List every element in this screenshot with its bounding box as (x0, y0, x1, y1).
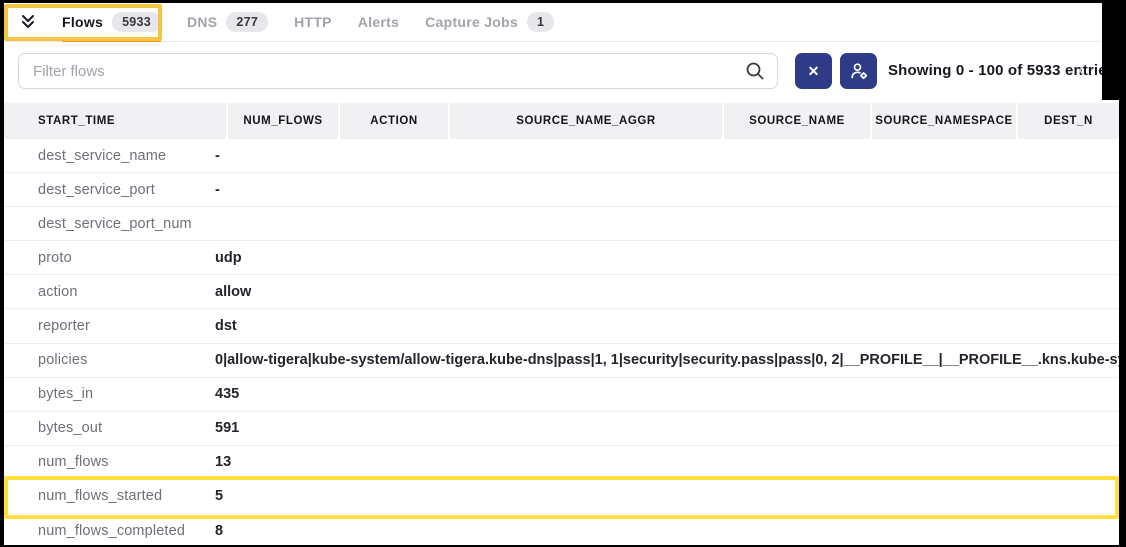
flow-logs-panel: Flows 5933 DNS 277 HTTP Alerts Capture J… (4, 3, 1119, 545)
detail-key: dest_service_port (38, 182, 155, 198)
tab-alerts-label: Alerts (358, 14, 399, 30)
detail-row-action: action allow (4, 275, 1119, 309)
clear-filter-button[interactable]: ✕ (795, 53, 832, 89)
column-header-source-name[interactable]: SOURCE_NAME (724, 103, 870, 139)
column-header-action[interactable]: ACTION (340, 103, 448, 139)
detail-key: bytes_in (38, 386, 93, 402)
detail-row-num-flows-completed: num_flows_completed 8 (4, 514, 1119, 545)
tab-flows-count-badge: 5933 (112, 12, 161, 32)
detail-key: num_flows_completed (38, 523, 185, 539)
tab-flows[interactable]: Flows 5933 (62, 3, 161, 42)
detail-value: 5 (215, 488, 1119, 504)
detail-value: 13 (215, 454, 1119, 470)
detail-key: num_flows (38, 454, 109, 470)
column-header-num-flows[interactable]: NUM_FLOWS (228, 103, 338, 139)
expand-all-icon[interactable] (18, 12, 38, 32)
detail-value: - (215, 182, 1119, 198)
detail-row-dest-service-port: dest_service_port - (4, 173, 1119, 207)
detail-row-bytes-in: bytes_in 435 (4, 378, 1119, 412)
column-header-source-namespace[interactable]: SOURCE_NAMESPACE (872, 103, 1016, 139)
detail-value: - (215, 148, 1119, 164)
detail-key: dest_service_port_num (38, 216, 192, 232)
detail-value: udp (215, 250, 1119, 266)
tab-http[interactable]: HTTP (294, 3, 332, 42)
filter-input[interactable] (19, 63, 745, 80)
detail-key: action (38, 284, 78, 300)
search-icon (745, 61, 765, 81)
table-header-row: START_TIME NUM_FLOWS ACTION SOURCE_NAME_… (4, 103, 1119, 139)
detail-value: 8 (215, 523, 1119, 539)
detail-value: allow (215, 284, 1119, 300)
detail-row-policies: policies 0|allow-tigera|kube-system/allo… (4, 344, 1119, 378)
screenshot-border-patch (1102, 3, 1119, 100)
user-gear-icon (849, 61, 869, 81)
detail-value: dst (215, 318, 1119, 334)
tab-dns-count-badge: 277 (226, 12, 268, 32)
tab-capture-jobs-label: Capture Jobs (425, 14, 518, 30)
detail-value: 435 (215, 386, 1119, 402)
detail-key: dest_service_name (38, 148, 166, 164)
tab-capture-jobs[interactable]: Capture Jobs 1 (425, 3, 554, 42)
expanded-row-details: dest_service_name - dest_service_port - … (4, 139, 1119, 545)
detail-key: bytes_out (38, 420, 102, 436)
tab-capture-jobs-count-badge: 1 (527, 12, 554, 32)
column-header-start-time[interactable]: START_TIME (4, 103, 226, 139)
detail-key: num_flows_started (38, 488, 162, 504)
detail-key: reporter (38, 318, 90, 334)
detail-value: 591 (215, 420, 1119, 436)
filter-field (18, 53, 778, 89)
user-settings-button[interactable] (840, 53, 877, 89)
column-header-source-name-aggr[interactable]: SOURCE_NAME_AGGR (450, 103, 722, 139)
tab-flows-label: Flows (62, 14, 103, 30)
detail-value: 0|allow-tigera|kube-system/allow-tigera.… (215, 352, 1119, 368)
detail-row-proto: proto udp (4, 241, 1119, 275)
tab-bar: Flows 5933 DNS 277 HTTP Alerts Capture J… (4, 3, 1119, 42)
pagination-prev-chevron-icon[interactable]: ‹ (1078, 53, 1085, 89)
detail-row-num-flows-started: num_flows_started 5 (4, 480, 1119, 514)
detail-row-dest-service-name: dest_service_name - (4, 139, 1119, 173)
close-icon: ✕ (808, 63, 820, 80)
detail-row-reporter: reporter dst (4, 309, 1119, 343)
tab-dns[interactable]: DNS 277 (187, 3, 268, 42)
detail-row-num-flows: num_flows 13 (4, 446, 1119, 480)
detail-row-bytes-out: bytes_out 591 (4, 412, 1119, 446)
detail-key: proto (38, 250, 72, 266)
detail-row-dest-service-port-num: dest_service_port_num (4, 207, 1119, 241)
column-header-dest-name[interactable]: DEST_N (1018, 103, 1119, 139)
detail-key: policies (38, 352, 88, 368)
tab-http-label: HTTP (294, 14, 332, 30)
tab-dns-label: DNS (187, 14, 217, 30)
tab-alerts[interactable]: Alerts (358, 3, 399, 42)
